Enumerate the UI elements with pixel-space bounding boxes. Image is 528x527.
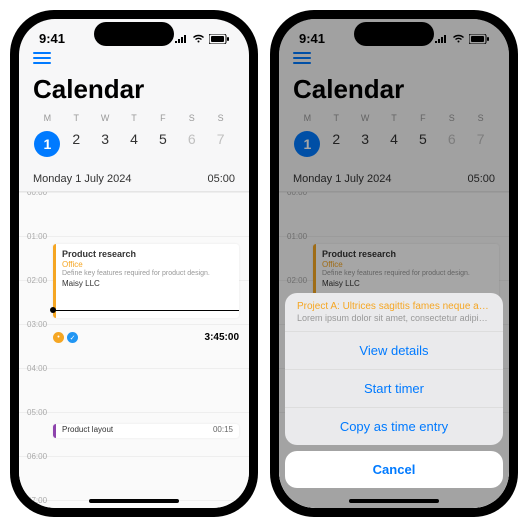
- status-icons: [174, 34, 229, 44]
- event-desc: Define key features required for product…: [62, 270, 233, 277]
- day-2[interactable]: 2: [62, 127, 91, 161]
- check-icon: ✓: [67, 332, 78, 343]
- header: Calendar M T W T F S S 1 2 3 4 5 6 7: [19, 48, 249, 167]
- dow: T: [120, 113, 149, 123]
- hour-label: 04:00: [27, 364, 47, 373]
- phone-left: 9:41 Calendar M T W T F S S 1 2 3: [10, 10, 258, 517]
- action-sheet-overlay[interactable]: Project A: Ultrices sagittis fames neque…: [279, 19, 509, 508]
- days-row: 1 2 3 4 5 6 7: [33, 127, 235, 161]
- dow: W: [91, 113, 120, 123]
- weekday-row: M T W T F S S: [33, 113, 235, 127]
- dow: F: [148, 113, 177, 123]
- menu-icon[interactable]: [33, 52, 51, 64]
- dow: S: [177, 113, 206, 123]
- hour-label: 00:00: [27, 192, 47, 197]
- event-duration: 00:15: [213, 425, 233, 434]
- home-indicator[interactable]: [349, 499, 439, 503]
- screen: 9:41 Calendar M T W T F S S 1 2 3: [19, 19, 249, 508]
- home-indicator[interactable]: [89, 499, 179, 503]
- badge-row: • ✓ 3:45:00: [53, 332, 239, 343]
- copy-time-entry-button[interactable]: Copy as time entry: [285, 408, 503, 445]
- hour-label: 06:00: [27, 452, 47, 461]
- sheet-header: Project A: Ultrices sagittis fames neque…: [285, 293, 503, 332]
- phone-right: 9:41 Calendar M T W T F S S 1 2 3: [270, 10, 518, 517]
- sheet-subtitle: Lorem ipsum dolor sit amet, consectetur …: [297, 313, 491, 323]
- sheet-title: Project A: Ultrices sagittis fames neque…: [297, 301, 491, 312]
- battery-icon: [209, 34, 229, 44]
- date-label: Monday 1 July 2024: [33, 173, 131, 185]
- action-sheet: Project A: Ultrices sagittis fames neque…: [285, 293, 503, 445]
- event-title: Product layout: [62, 425, 113, 434]
- event-product-research[interactable]: Product research Office Define key featu…: [53, 244, 239, 318]
- signal-icon: [174, 34, 188, 43]
- timer-label: 3:45:00: [205, 332, 239, 343]
- now-dot: [50, 307, 56, 313]
- now-line: [53, 310, 239, 311]
- notch: [354, 22, 434, 46]
- hour-label: 05:00: [27, 408, 47, 417]
- screen: 9:41 Calendar M T W T F S S 1 2 3: [279, 19, 509, 508]
- time-label: 05:00: [207, 173, 235, 185]
- day-7[interactable]: 7: [206, 127, 235, 161]
- notch: [94, 22, 174, 46]
- status-time: 9:41: [39, 31, 65, 46]
- event-office: Office: [62, 260, 233, 269]
- date-bar: Monday 1 July 2024 05:00: [19, 167, 249, 192]
- hour-label: 07:00: [27, 496, 47, 505]
- start-timer-button[interactable]: Start timer: [285, 370, 503, 408]
- day-1[interactable]: 1: [33, 127, 62, 161]
- hour-label: 01:00: [27, 232, 47, 241]
- dow: S: [206, 113, 235, 123]
- dow: T: [62, 113, 91, 123]
- hour-label: 03:00: [27, 320, 47, 329]
- cancel-button[interactable]: Cancel: [285, 451, 503, 488]
- page-title: Calendar: [33, 74, 235, 105]
- event-product-layout[interactable]: Product layout 00:15: [53, 424, 239, 438]
- day-3[interactable]: 3: [91, 127, 120, 161]
- hour-label: 02:00: [27, 276, 47, 285]
- day-6[interactable]: 6: [177, 127, 206, 161]
- badge-icon: •: [53, 332, 64, 343]
- view-details-button[interactable]: View details: [285, 332, 503, 370]
- event-title: Product research: [62, 249, 233, 259]
- event-client: Maisy LLC: [62, 279, 233, 288]
- timeline[interactable]: 00:00 01:00 02:00 03:00 04:00 05:00 06:0…: [19, 192, 249, 508]
- wifi-icon: [192, 34, 205, 43]
- day-5[interactable]: 5: [148, 127, 177, 161]
- day-4[interactable]: 4: [120, 127, 149, 161]
- dow: M: [33, 113, 62, 123]
